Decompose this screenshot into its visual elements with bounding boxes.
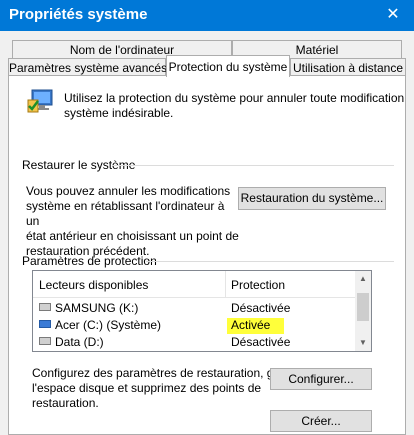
- list-item[interactable]: SAMSUNG (K:) Désactivée: [33, 299, 356, 316]
- configure-desc-line-2: l'espace disque et supprimez des points …: [32, 381, 262, 395]
- restore-description: Vous pouvez annuler les modifications sy…: [26, 184, 240, 259]
- system-restore-button[interactable]: Restauration du système...: [238, 187, 386, 210]
- restore-desc-line-1: Vous pouvez annuler les modifications: [26, 184, 231, 198]
- drive-protection-status: Désactivée: [231, 301, 291, 315]
- column-header-protection[interactable]: Protection: [231, 278, 285, 292]
- close-icon[interactable]: ✕: [382, 4, 404, 26]
- drive-name: Data (D:): [55, 335, 104, 349]
- tab-label: Utilisation à distance: [292, 61, 404, 75]
- tab-utilisation-distance[interactable]: Utilisation à distance: [290, 58, 406, 76]
- intro-text: Utilisez la protection du système pour a…: [64, 91, 404, 121]
- drives-list-header: Lecteurs disponibles Protection: [33, 271, 356, 298]
- tab-label: Matériel: [295, 43, 339, 57]
- tab-label: Protection du système: [168, 60, 288, 74]
- list-scrollbar[interactable]: ▲ ▼: [355, 271, 371, 351]
- window-title: Propriétés système: [9, 6, 148, 23]
- drive-name: SAMSUNG (K:): [55, 301, 139, 315]
- create-button[interactable]: Créer...: [270, 410, 372, 432]
- drives-list[interactable]: Lecteurs disponibles Protection SAMSUNG …: [32, 270, 372, 352]
- protection-divider: [146, 261, 394, 262]
- scroll-down-icon[interactable]: ▼: [355, 335, 371, 351]
- scroll-up-icon[interactable]: ▲: [355, 271, 371, 287]
- restore-divider: [112, 165, 394, 166]
- drive-protection-status: Désactivée: [231, 335, 291, 349]
- title-bar: Propriétés système ✕: [0, 0, 414, 31]
- drive-protection-status: Activée: [227, 318, 285, 334]
- protection-heading: Paramètres de protection: [22, 254, 157, 268]
- scroll-thumb[interactable]: [357, 293, 369, 321]
- drive-name: Acer (C:) (Système): [55, 318, 162, 332]
- configure-desc-line-3: restauration.: [32, 396, 99, 410]
- list-item[interactable]: Acer (C:) (Système) Activée: [33, 316, 356, 334]
- tab-parametres-avances[interactable]: Paramètres système avancés: [8, 58, 168, 76]
- drive-protection-status-highlight: Activée: [227, 318, 285, 334]
- configure-button[interactable]: Configurer...: [270, 368, 372, 390]
- system-protection-icon: [26, 86, 56, 116]
- system-drive-icon: [39, 320, 51, 328]
- configure-description: Configurez des paramètres de restauratio…: [32, 366, 297, 411]
- configure-desc-line-1: Configurez des paramètres de restauratio…: [32, 366, 297, 380]
- tab-label: Paramètres système avancés: [9, 61, 168, 75]
- column-separator: [225, 271, 226, 297]
- column-header-drives[interactable]: Lecteurs disponibles: [39, 278, 148, 292]
- list-item[interactable]: Data (D:) Désactivée: [33, 333, 356, 350]
- intro-line-1: Utilisez la protection du système pour a…: [64, 91, 405, 105]
- drive-icon: [39, 337, 51, 345]
- drive-icon: [39, 303, 51, 311]
- tab-label: Nom de l'ordinateur: [69, 43, 175, 57]
- restore-desc-line-3: état antérieur en choisissant un point d…: [26, 229, 239, 243]
- restore-desc-line-2: système en rétablissant l'ordinateur à u…: [26, 199, 225, 228]
- intro-line-2: système indésirable.: [64, 106, 174, 120]
- tab-protection-systeme[interactable]: Protection du système: [166, 55, 290, 77]
